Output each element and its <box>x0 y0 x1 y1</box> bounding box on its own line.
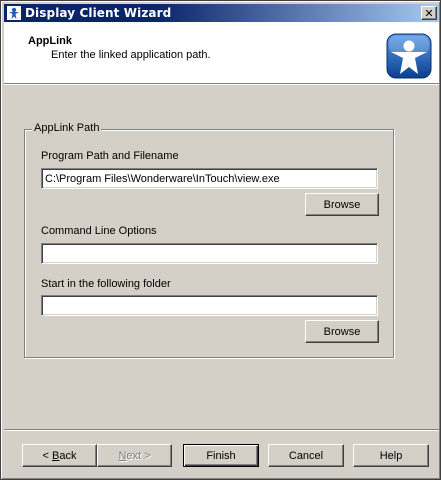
header-separator <box>4 83 439 85</box>
footer-separator <box>4 429 439 431</box>
thinmanager-person-icon <box>386 33 432 79</box>
help-button[interactable]: Help <box>353 444 429 467</box>
cancel-button[interactable]: Cancel <box>268 444 344 467</box>
wizard-header: AppLink Enter the linked application pat… <box>4 22 439 83</box>
title-bar[interactable]: Display Client Wizard ✕ <box>4 4 439 22</box>
group-legend: AppLink Path <box>32 122 102 134</box>
close-icon: ✕ <box>424 6 434 20</box>
window-title: Display Client Wizard <box>25 6 172 20</box>
close-button[interactable]: ✕ <box>421 6 437 20</box>
browse-folder-button[interactable]: Browse <box>305 320 379 343</box>
start-folder-label: Start in the following folder <box>41 278 171 290</box>
program-path-input[interactable] <box>41 168 378 189</box>
next-button[interactable]: Next > <box>97 444 172 467</box>
app-icon <box>7 6 21 20</box>
browse-folder-label: Browse <box>323 325 361 338</box>
command-line-input[interactable] <box>41 243 378 264</box>
browse-program-label: Browse <box>323 198 361 211</box>
page-title: AppLink <box>28 35 72 47</box>
start-folder-input[interactable] <box>41 295 378 316</box>
finish-label: Finish <box>206 449 236 462</box>
browse-program-button[interactable]: Browse <box>305 193 379 216</box>
help-label: Help <box>379 449 403 462</box>
back-label: < Back <box>42 449 77 462</box>
finish-button[interactable]: Finish <box>183 444 259 467</box>
page-subtitle: Enter the linked application path. <box>51 49 211 61</box>
cancel-label: Cancel <box>288 449 324 462</box>
program-path-label: Program Path and Filename <box>41 150 179 162</box>
next-label: Next > <box>118 449 151 462</box>
command-line-label: Command Line Options <box>41 225 157 237</box>
wizard-window: Display Client Wizard ✕ AppLink Enter th… <box>0 0 441 480</box>
back-button[interactable]: < Back <box>22 444 97 467</box>
